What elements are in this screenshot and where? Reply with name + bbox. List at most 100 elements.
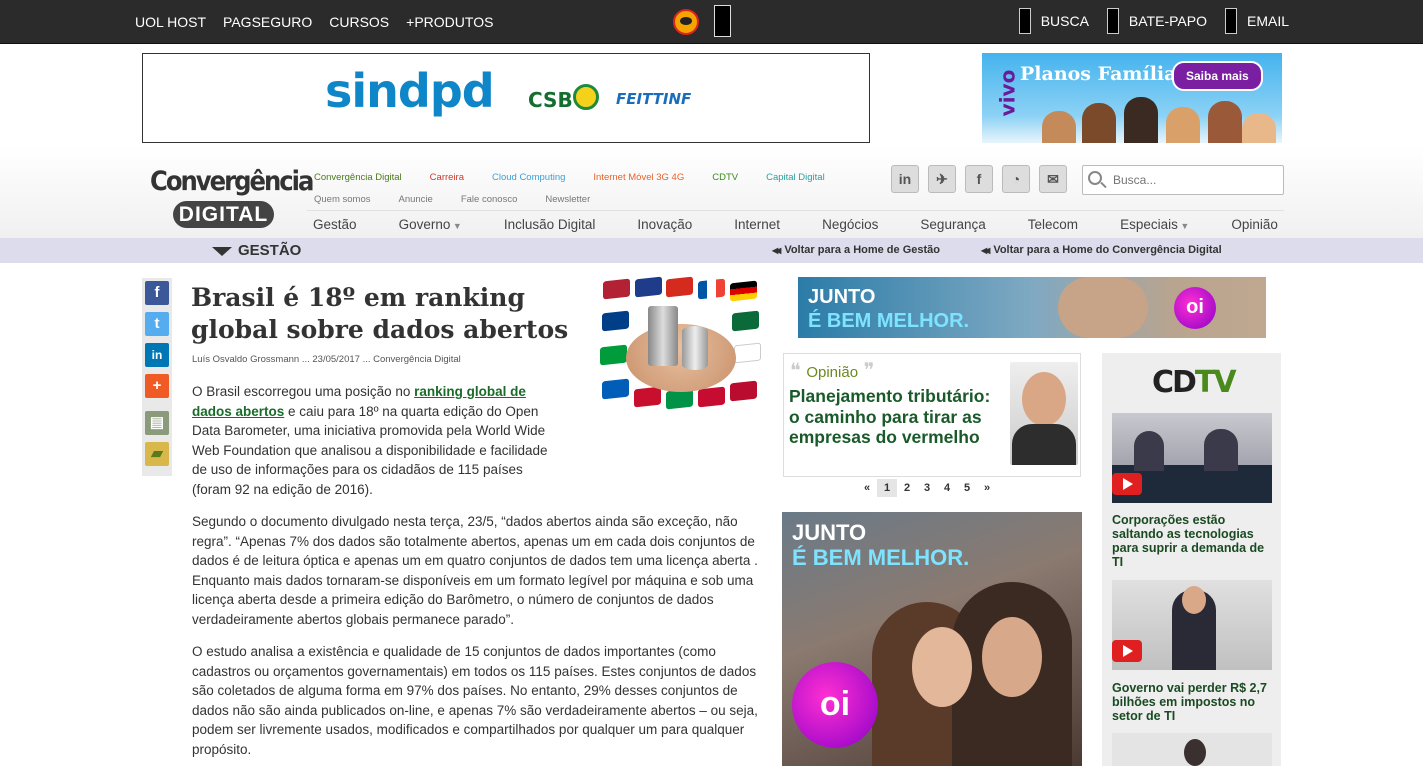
portal-nav: Convergência Digital Carreira Cloud Comp… [314,172,825,183]
plus-share-icon[interactable]: + [145,374,169,398]
paragraph-text: O Brasil escorregou uma posição no [192,384,415,399]
pager-page-5[interactable]: 5 [957,479,977,497]
logo-text: Convergência [150,166,314,197]
search-icon[interactable] [1088,171,1102,185]
article-title: Brasil é 18º em ranking global sobre dad… [191,283,569,344]
saiba-mais-button[interactable]: Saiba mais [1172,61,1263,91]
email-icon[interactable]: ✉ [1039,165,1067,193]
oi-banner-ad[interactable]: JUNTO É BEM MELHOR. oi [798,277,1266,338]
portal-link-internet-movel[interactable]: Internet Móvel 3G 4G [593,172,684,183]
nav-governo[interactable]: Governo [393,217,468,232]
rss-icon[interactable]: ◔ [1002,165,1030,193]
top-link-produtos[interactable]: +PRODUTOS [406,14,493,30]
mini-ad-icon [1224,8,1237,34]
twitter-share-icon[interactable]: t [145,312,169,336]
opinion-label: Opinião [790,358,874,383]
top-link-uol-host[interactable]: UOL HOST [135,14,206,30]
pager-page-2[interactable]: 2 [897,479,917,497]
pager-page-3[interactable]: 3 [917,479,937,497]
vivo-banner-ad[interactable]: vivo Planos Família Saiba mais [982,53,1282,143]
portal-link-cloud[interactable]: Cloud Computing [492,172,565,183]
play-icon[interactable] [1112,473,1142,495]
nav-telecom[interactable]: Telecom [1022,217,1084,232]
oi-slogan: JUNTO É BEM MELHOR. [808,285,969,333]
article-paragraph: O Brasil escorregou uma posição no ranki… [192,382,564,499]
nav-inclusao-digital[interactable]: Inclusão Digital [498,217,602,232]
back-to-section-link[interactable]: Voltar para a Home de Gestão [772,244,940,256]
video-caption[interactable]: Governo vai perder R$ 2,7 bilhões em imp… [1112,681,1277,723]
pager-prev[interactable]: « [857,479,877,497]
portal-link-convergencia[interactable]: Convergência Digital [314,172,402,183]
pager-page-4[interactable]: 4 [937,479,957,497]
share-toolbar: f t in + ▤ ▰ [142,278,172,476]
pager-page-1[interactable]: 1 [877,479,897,497]
man-face [982,617,1042,697]
video-thumbnail[interactable] [1112,733,1272,766]
oi-slogan-line1: JUNTO [808,286,876,308]
top-link-bate-papo[interactable]: BATE-PAPO [1129,13,1207,29]
facebook-icon[interactable]: f [965,165,993,193]
speaker-figure [1204,429,1238,471]
linkedin-icon[interactable]: in [891,165,919,193]
portal-link-cdtv[interactable]: CDTV [712,172,738,183]
vivo-headline: Planos Família [1020,63,1177,85]
database-illustration [682,326,708,370]
print-icon[interactable]: ▤ [145,411,169,435]
video-caption[interactable]: Corporações estão saltando as tecnologia… [1112,513,1277,569]
oi-large-ad[interactable]: JUNTO É BEM MELHOR. oi [782,512,1082,766]
linkedin-share-icon[interactable]: in [145,343,169,367]
play-icon[interactable] [1112,640,1142,662]
vivo-logo: vivo [995,69,1020,117]
oi-slogan-line2: É BEM MELHOR. [808,310,970,332]
institutional-nav: Quem somos Anuncie Fale conosco Newslett… [314,194,590,205]
back-to-home-link[interactable]: Voltar para a Home do Convergência Digit… [981,244,1221,256]
link-anuncie[interactable]: Anuncie [399,194,433,205]
cdtv-logo[interactable]: CDTV [1152,365,1237,400]
facebook-share-icon[interactable]: f [145,281,169,305]
oi-slogan-line1: JUNTO [792,520,867,545]
nav-seguranca[interactable]: Segurança [914,217,991,232]
oi-slogan-line2: É BEM MELHOR. [792,545,970,570]
nav-negocios[interactable]: Negócios [816,217,884,232]
woman-face [912,627,972,707]
nav-internet[interactable]: Internet [728,217,786,232]
portal-link-capital[interactable]: Capital Digital [766,172,825,183]
mini-ad[interactable] [714,5,731,37]
pager-next[interactable]: » [977,479,997,497]
link-quem-somos[interactable]: Quem somos [314,194,371,205]
top-links: UOL HOST PAGSEGURO CURSOS +PRODUTOS [135,14,493,30]
article-meta: Luís Osvaldo Grossmann ... 23/05/2017 ..… [192,354,461,365]
uol-logo-icon[interactable] [673,9,699,35]
portal-link-carreira[interactable]: Carreira [430,172,464,183]
nav-opiniao[interactable]: Opinião [1225,217,1284,232]
opinion-pager: « 1 2 3 4 5 » [857,479,997,497]
section-title: GESTÃO [212,242,301,259]
speaker-figure [1184,739,1206,766]
sindpd-banner-ad[interactable]: sindpd CSB FEITTINF [142,53,870,143]
oi-slogan: JUNTO É BEM MELHOR. [792,520,969,570]
top-link-pagseguro[interactable]: PAGSEGURO [223,14,312,30]
article-body: O Brasil escorregou uma posição no ranki… [192,382,762,772]
top-right-links: BUSCA BATE-PAPO EMAIL [1018,8,1289,34]
family-photo [1042,93,1276,143]
link-newsletter[interactable]: Newsletter [545,194,590,205]
nav-gestao[interactable]: Gestão [307,217,363,232]
folder-icon[interactable]: ▰ [145,442,169,466]
sindpd-logo: sindpd [325,64,495,118]
convergencia-digital-logo[interactable]: Convergência DIGITAL [150,166,314,230]
nav-inovacao[interactable]: Inovação [631,217,698,232]
twitter-icon[interactable]: ✈ [928,165,956,193]
logo-badge: DIGITAL [173,201,274,228]
cdtv-logo-cd: CD [1152,365,1197,400]
top-link-busca[interactable]: BUSCA [1041,13,1089,29]
author-face [1022,372,1066,426]
top-link-email[interactable]: EMAIL [1247,13,1289,29]
nav-especiais[interactable]: Especiais [1114,217,1195,232]
speaker-figure [1134,431,1164,471]
search-input[interactable] [1113,173,1273,187]
top-link-cursos[interactable]: CURSOS [329,14,389,30]
opinion-headline[interactable]: Planejamento tributário: o caminho para … [789,386,1004,448]
oi-logo-icon: oi [792,662,878,748]
link-fale-conosco[interactable]: Fale conosco [461,194,518,205]
main-nav: Gestão Governo Inclusão Digital Inovação… [307,210,1284,238]
